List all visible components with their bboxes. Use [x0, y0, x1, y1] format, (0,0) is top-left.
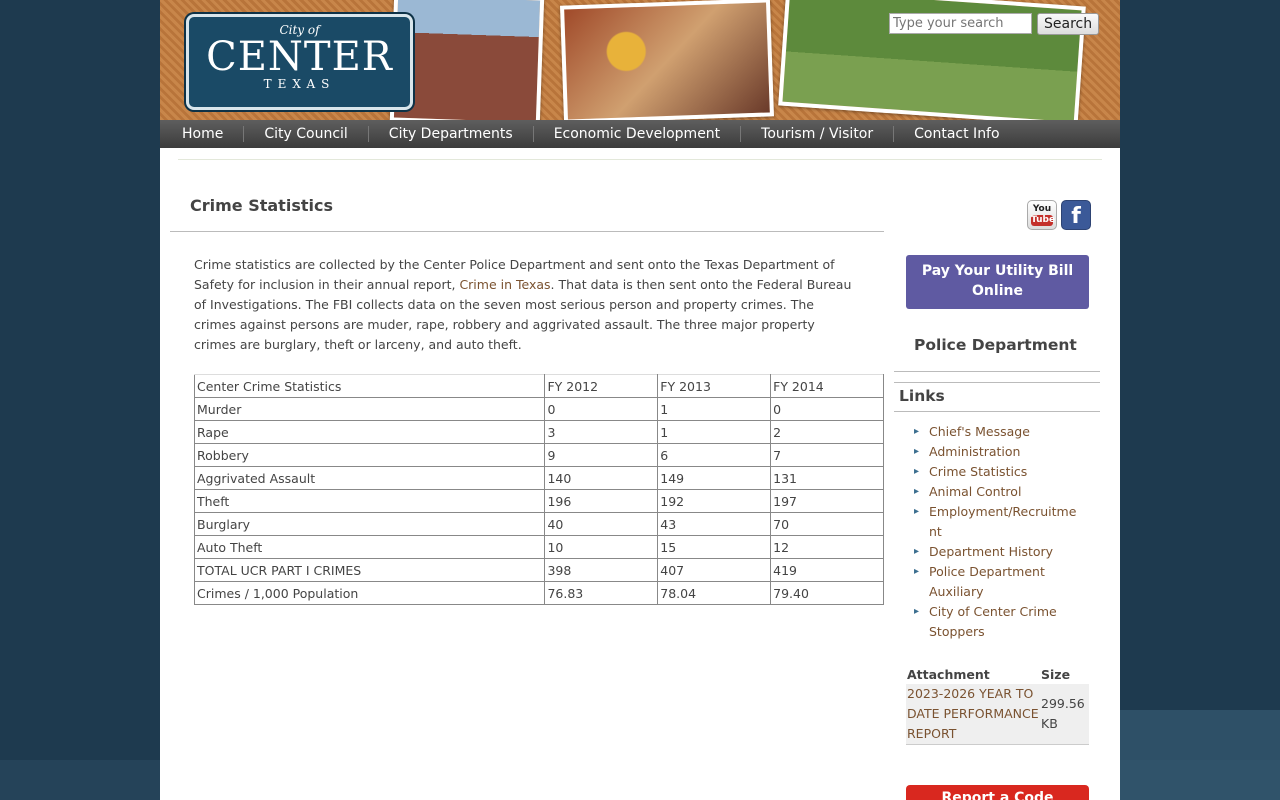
links-title: Links	[899, 387, 945, 405]
table-cell: 70	[770, 512, 884, 536]
nav-divider	[178, 148, 1102, 160]
table-cell: 407	[657, 558, 772, 582]
table-cell: TOTAL UCR PART I CRIMES	[193, 558, 546, 582]
logo-center: CENTER	[206, 34, 393, 80]
search-form: Search	[889, 13, 1100, 35]
title-divider	[170, 231, 884, 232]
table-cell: Rape	[193, 420, 546, 444]
table-row: Auto Theft 10 15 12	[193, 535, 884, 559]
table-cell: 10	[544, 535, 659, 559]
table-cell: Auto Theft	[193, 535, 546, 559]
attachment-table: Attachment Size 2023-2026 YEAR TO DATE P…	[906, 664, 1089, 745]
youtube-icon[interactable]: You Tube	[1027, 200, 1057, 230]
sidebar-link-employment[interactable]: Employment/Recruitment	[914, 502, 1084, 542]
table-cell: 149	[657, 466, 772, 490]
table-cell: 2	[770, 420, 884, 444]
table-cell: Robbery	[193, 443, 546, 467]
table-cell: 76.83	[544, 581, 659, 605]
table-cell: 6	[657, 443, 772, 467]
table-row: Robbery 9 6 7	[193, 443, 884, 467]
youtube-icon-label-bottom: Tube	[1031, 215, 1056, 226]
table-cell: 419	[770, 558, 884, 582]
nav-contact-info[interactable]: Contact Info	[894, 126, 1019, 142]
table-cell: 78.04	[657, 581, 772, 605]
city-logo[interactable]: City of CENTER TEXAS	[186, 14, 413, 110]
table-cell: Murder	[193, 397, 546, 421]
site-header: City of CENTER TEXAS Search	[160, 0, 1120, 120]
table-header-cell: FY 2014	[770, 374, 884, 398]
table-row: Burglary 40 43 70	[193, 512, 884, 536]
table-cell: 12	[770, 535, 884, 559]
table-cell: 131	[770, 466, 884, 490]
search-button[interactable]: Search	[1037, 13, 1100, 35]
table-header-cell: FY 2013	[657, 374, 772, 398]
table-cell: 140	[544, 466, 659, 490]
table-cell: 40	[544, 512, 659, 536]
table-row: Murder 0 1 0	[193, 397, 884, 421]
nav-city-council[interactable]: City Council	[244, 126, 369, 142]
table-row: Crimes / 1,000 Population 76.83 78.04 79.40	[193, 581, 884, 605]
table-cell: 1	[657, 397, 772, 421]
nav-tourism-visitor[interactable]: Tourism / Visitor	[741, 126, 895, 142]
sidebar-divider	[894, 382, 1100, 383]
table-cell: 1	[657, 420, 772, 444]
table-cell: 0	[544, 397, 659, 421]
crime-statistics-table: Center Crime Statistics FY 2012 FY 2013 FY …	[193, 374, 884, 605]
intro-paragraph: Crime statistics are collected by the Ce…	[194, 255, 858, 355]
sidebar-link-administration[interactable]: Administration	[914, 442, 1084, 462]
attachment-link[interactable]: 2023-2026 YEAR TO DATE PERFORMANCE REPOR…	[906, 684, 1040, 745]
table-row: Aggrivated Assault 140 149 131	[193, 466, 884, 490]
table-row: Theft 196 192 197	[193, 489, 884, 513]
table-header-cell: FY 2012	[544, 374, 659, 398]
table-cell: Crimes / 1,000 Population	[193, 581, 546, 605]
youtube-icon-label-top: You	[1032, 204, 1052, 214]
table-cell: 3	[544, 420, 659, 444]
sidebar-link-chiefs-message[interactable]: Chief's Message	[914, 422, 1084, 442]
main-nav: Home City Council City Departments Econo…	[160, 120, 1120, 148]
table-header-row: Center Crime Statistics FY 2012 FY 2013 FY …	[193, 374, 884, 398]
table-cell: Aggrivated Assault	[193, 466, 546, 490]
table-cell: 7	[770, 443, 884, 467]
table-cell: 192	[657, 489, 772, 513]
facebook-icon[interactable]: f	[1061, 200, 1091, 230]
nav-city-departments[interactable]: City Departments	[369, 126, 534, 142]
sidebar-links: Chief's Message Administration Crime Sta…	[914, 422, 1084, 642]
sidebar-link-department-history[interactable]: Department History	[914, 542, 1084, 562]
crime-in-texas-link[interactable]: Crime in Texas	[459, 277, 550, 292]
table-cell: 15	[657, 535, 772, 559]
nav-home[interactable]: Home	[162, 126, 245, 142]
size-header: Size	[1041, 666, 1071, 682]
table-cell: 398	[544, 558, 659, 582]
nav-economic-development[interactable]: Economic Development	[534, 126, 742, 142]
page-title: Crime Statistics	[190, 196, 333, 215]
sidebar-link-auxiliary[interactable]: Police Department Auxiliary	[914, 562, 1084, 602]
table-row: Rape 3 1 2	[193, 420, 884, 444]
table-cell: 9	[544, 443, 659, 467]
table-cell: 197	[770, 489, 884, 513]
table-row: TOTAL UCR PART I CRIMES 398 407 419	[193, 558, 884, 582]
festival-photo	[560, 0, 774, 120]
table-cell: Burglary	[193, 512, 546, 536]
table-cell: 79.40	[770, 581, 884, 605]
department-title: Police Department	[914, 336, 1077, 354]
background-building	[1120, 710, 1280, 800]
report-code-button[interactable]: Report a Code	[906, 785, 1089, 800]
social-links: You Tube f	[1027, 200, 1091, 230]
table-cell: 196	[544, 489, 659, 513]
search-input[interactable]	[889, 13, 1032, 34]
table-cell: 43	[657, 512, 772, 536]
table-cell: 0	[770, 397, 884, 421]
attachment-size: 299.56 KB	[1040, 684, 1089, 745]
table-cell: Theft	[193, 489, 546, 513]
page-container: City of CENTER TEXAS Search Home City Co…	[160, 0, 1120, 800]
pay-utility-bill-button[interactable]: Pay Your Utility Bill Online	[906, 255, 1089, 309]
sidebar-link-animal-control[interactable]: Animal Control	[914, 482, 1084, 502]
table-header-cell: Center Crime Statistics	[193, 374, 546, 398]
sidebar-divider	[894, 411, 1100, 412]
sidebar-link-crime-statistics[interactable]: Crime Statistics	[914, 462, 1084, 482]
sidebar-link-crime-stoppers[interactable]: City of Center Crime Stoppers	[914, 602, 1084, 642]
sidebar-divider	[894, 371, 1100, 372]
attachment-header: Attachment	[907, 666, 990, 682]
